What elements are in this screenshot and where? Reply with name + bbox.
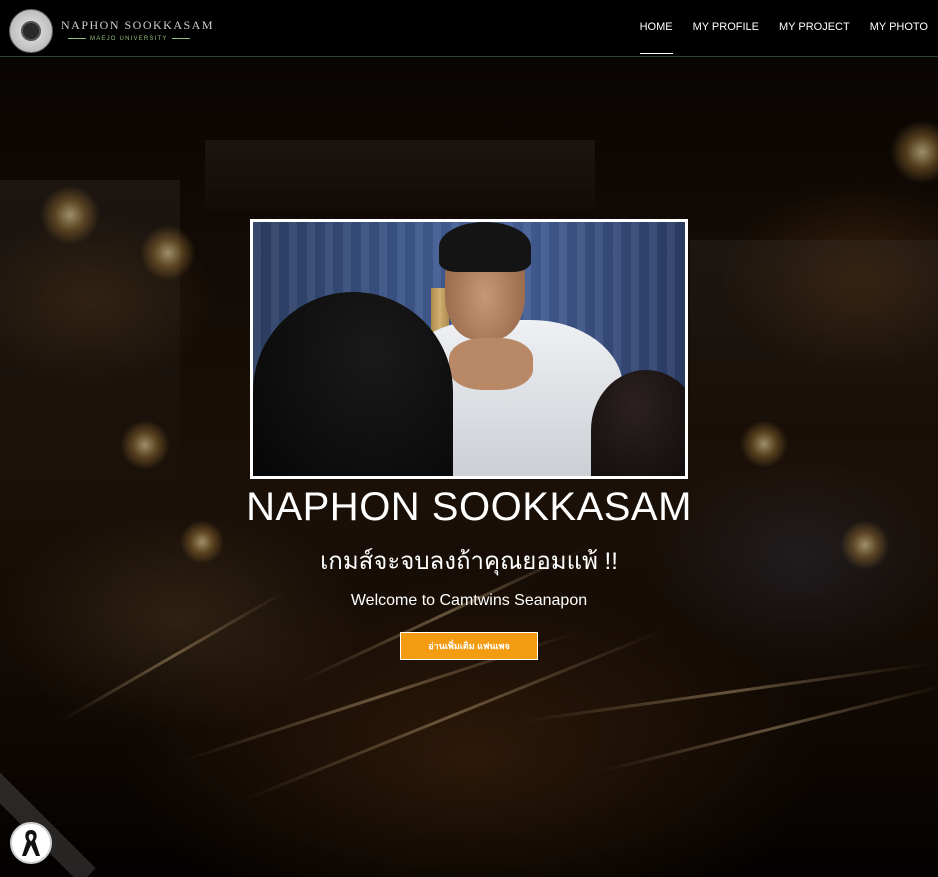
nav-my-profile[interactable]: MY PROFILE	[693, 0, 759, 56]
hero-profile-photo	[250, 219, 688, 479]
camera-aperture-icon[interactable]	[9, 9, 53, 53]
main-nav: HOME MY PROFILE MY PROJECT MY PHOTO	[620, 0, 928, 56]
brand-title[interactable]: NAPHON SOOKKASAM	[61, 18, 214, 33]
nav-home[interactable]: HOME	[639, 0, 673, 56]
nav-my-photo[interactable]: MY PHOTO	[870, 0, 928, 56]
brand-subtitle: MAEJO UNIVERSITY	[64, 36, 178, 42]
hero-welcome-text: Welcome to Camtwins Seanapon	[350, 592, 588, 609]
site-header: NAPHON SOOKKASAM MAEJO UNIVERSITY HOME M…	[0, 0, 938, 57]
hero-name-heading: NAPHON SOOKKASAM	[246, 485, 692, 529]
hero-tagline: เกมส์จะจบลงถ้าคุณยอมแพ้ !!	[320, 548, 618, 575]
read-more-fanpage-button[interactable]: อ่านเพิ่มเติม แฟนเพจ	[400, 632, 538, 660]
aperture-center	[21, 21, 41, 41]
page: NAPHON SOOKKASAM MAEJO UNIVERSITY HOME M…	[0, 0, 938, 877]
black-ribbon-icon	[10, 822, 52, 864]
nav-my-project[interactable]: MY PROJECT	[779, 0, 850, 56]
